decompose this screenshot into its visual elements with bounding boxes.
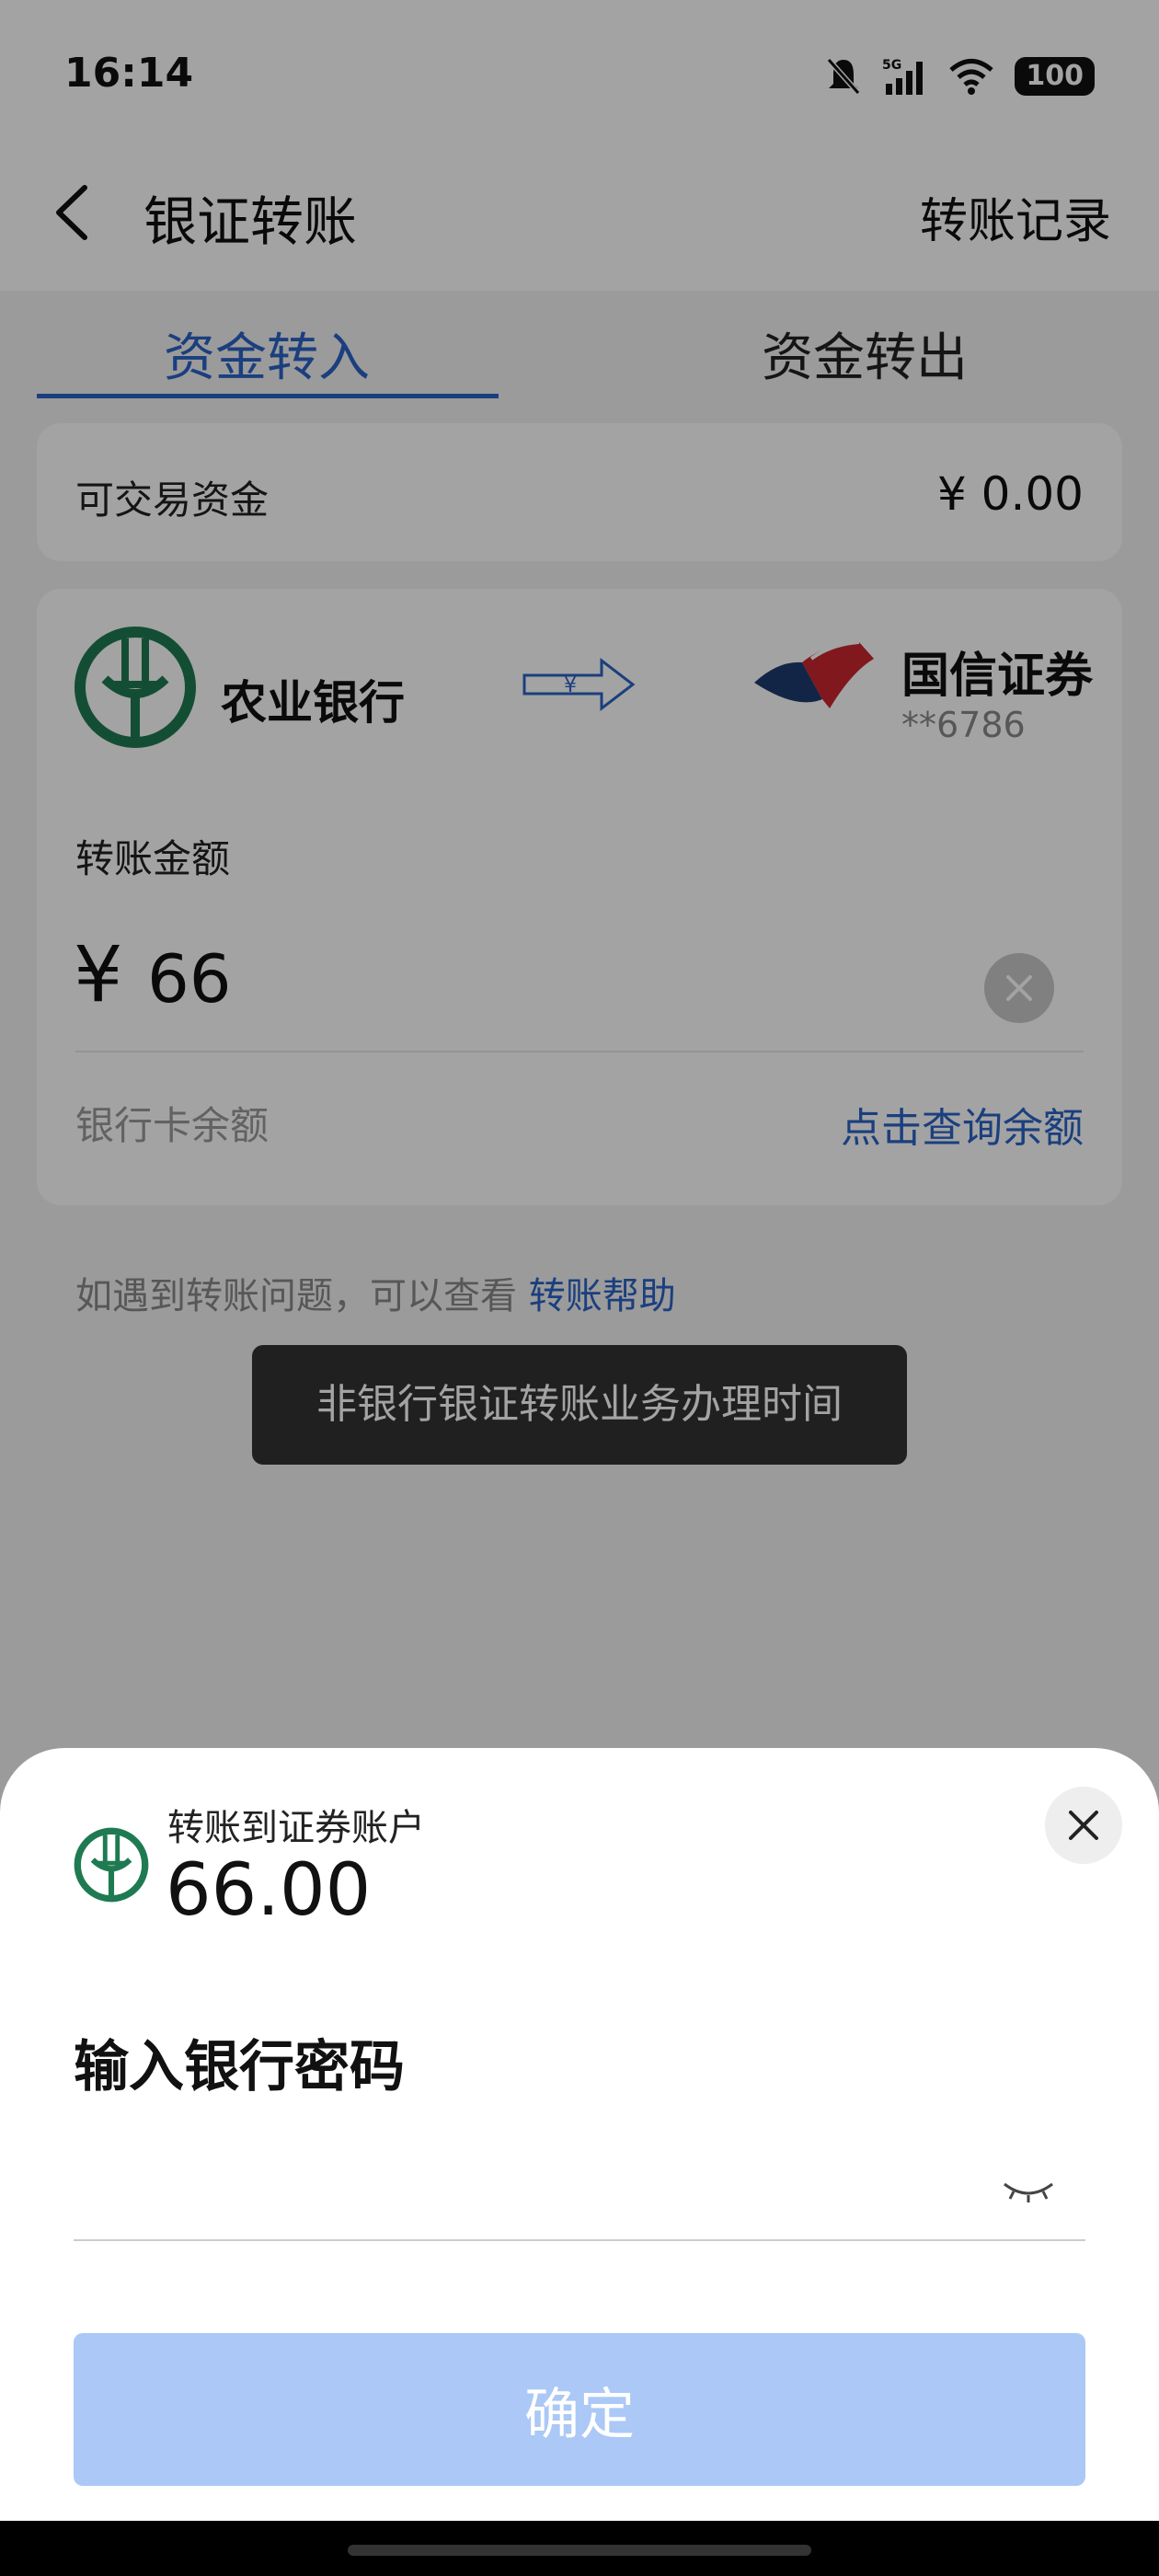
sheet-close-button[interactable] <box>1045 1787 1122 1864</box>
bank-password-input[interactable] <box>74 2153 1085 2241</box>
home-indicator[interactable] <box>348 2545 811 2556</box>
close-icon <box>1069 1811 1098 1840</box>
eye-closed-icon[interactable] <box>999 2171 1058 2208</box>
enter-password-title: 输入银行密码 <box>74 2035 405 2099</box>
sheet-amount: 66.00 <box>166 1849 372 1932</box>
password-sheet: 转账到证券账户 66.00 输入银行密码 确定 <box>0 1748 1159 2521</box>
confirm-button[interactable]: 确定 <box>74 2333 1085 2486</box>
abc-bank-logo-icon <box>74 1827 149 1903</box>
sheet-subtitle: 转账到证券账户 <box>167 1807 425 1849</box>
